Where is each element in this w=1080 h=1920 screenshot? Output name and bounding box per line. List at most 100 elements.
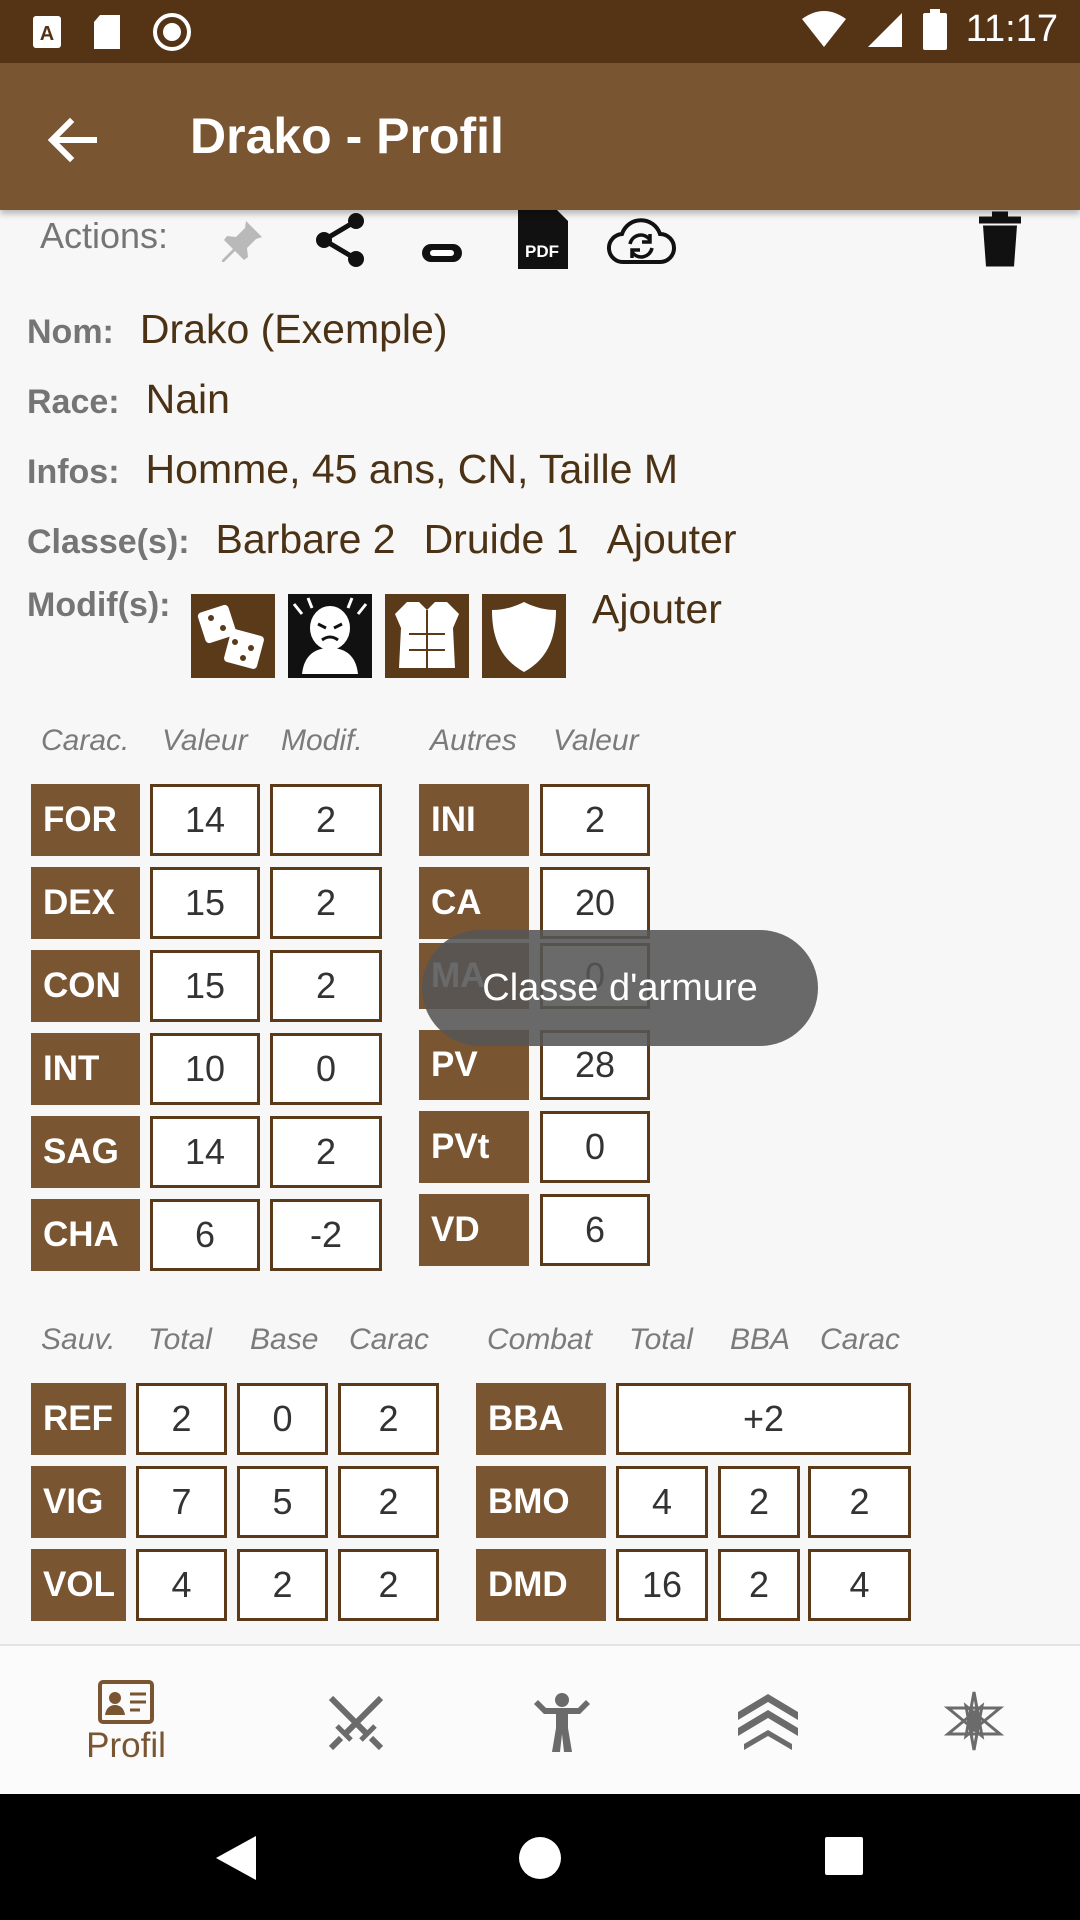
combat-total-bmo: 4	[616, 1466, 708, 1538]
save-base-vig: 5	[237, 1466, 328, 1538]
name-row: Nom: Drako (Exemple)	[27, 306, 447, 353]
stat-value-ca[interactable]: 20	[540, 867, 650, 939]
col-header-total-combat: Total	[629, 1323, 693, 1356]
infos-label: Infos:	[27, 453, 120, 491]
back-triangle-icon[interactable]	[214, 1834, 258, 1882]
ability-value-dex[interactable]: 15	[150, 867, 260, 939]
ability-label-int: INT	[31, 1033, 140, 1105]
class-druide[interactable]: Druide 1	[424, 516, 579, 563]
col-header-autres: Autres	[430, 724, 517, 757]
save-total-ref: 2	[136, 1383, 227, 1455]
rank-chevrons-icon	[738, 1694, 798, 1750]
race-value[interactable]: Nain	[146, 376, 230, 423]
class-barbare[interactable]: Barbare 2	[216, 516, 396, 563]
col-header-modif: Modif.	[281, 724, 363, 757]
save-label-vig: VIG	[31, 1466, 126, 1538]
ability-label-for: FOR	[31, 784, 140, 856]
add-modif-button[interactable]: Ajouter	[592, 586, 722, 633]
delete-icon[interactable]	[979, 208, 1021, 270]
system-nav-bar	[0, 1794, 1080, 1920]
pdf-icon[interactable]: PDF	[516, 207, 568, 269]
strongman-icon	[534, 1693, 590, 1752]
home-circle-icon[interactable]	[518, 1836, 562, 1880]
dice-icon[interactable]	[191, 594, 275, 678]
stat-label-vd: VD	[419, 1194, 529, 1266]
id-card-icon	[98, 1680, 154, 1724]
toggle-icon[interactable]	[420, 223, 464, 285]
col-header-carac: Carac.	[41, 724, 130, 757]
ability-label-con: CON	[31, 950, 140, 1022]
nav-tab-skills[interactable]	[454, 1646, 670, 1796]
combat-bba-dmd: 2	[718, 1549, 800, 1621]
stat-value-vd: 6	[540, 1194, 650, 1266]
col-header-sauv: Sauv.	[41, 1323, 116, 1356]
ability-mod-for: 2	[270, 784, 382, 856]
screen: { "status_bar": { "time": "11:17" }, "ap…	[0, 0, 1080, 1920]
ability-label-sag: SAG	[31, 1116, 140, 1188]
page-title: Drako - Profil	[190, 108, 504, 164]
nav-tab-combat[interactable]	[248, 1646, 464, 1796]
signal-icon	[867, 12, 902, 47]
ability-mod-dex: 2	[270, 867, 382, 939]
actions-row: Actions: PDF	[0, 205, 1080, 270]
stat-label-ca: CA	[419, 867, 529, 939]
save-label-vol: VOL	[31, 1549, 126, 1621]
pin-icon[interactable]	[216, 211, 266, 273]
col-header-base: Base	[250, 1323, 319, 1356]
armor-icon[interactable]	[385, 594, 469, 678]
nav-tab-spells[interactable]	[866, 1646, 1080, 1796]
shield-icon[interactable]	[482, 594, 566, 678]
ability-value-cha[interactable]: 6	[150, 1199, 260, 1271]
name-label: Nom:	[27, 313, 114, 351]
magic-star-icon	[943, 1691, 1005, 1751]
save-base-vol: 2	[237, 1549, 328, 1621]
name-value[interactable]: Drako (Exemple)	[140, 306, 448, 353]
save-total-vol: 4	[136, 1549, 227, 1621]
combat-bba-bmo: 2	[718, 1466, 800, 1538]
bottom-nav: Profil	[0, 1644, 1080, 1794]
col-header-valeur: Valeur	[162, 724, 248, 757]
combat-value-bba[interactable]: +2	[616, 1383, 911, 1455]
save-carac-vig: 2	[338, 1466, 439, 1538]
crossed-swords-icon	[328, 1695, 384, 1751]
stat-label-pvt: PVt	[419, 1111, 529, 1183]
col-header-bba: BBA	[730, 1323, 791, 1356]
cloud-sync-icon[interactable]	[606, 211, 676, 273]
ability-value-con[interactable]: 15	[150, 950, 260, 1022]
rage-face-icon[interactable]	[288, 594, 372, 678]
classes-row: Classe(s): Barbare 2 Druide 1 Ajouter	[27, 516, 736, 563]
sd-card-icon	[94, 15, 120, 49]
back-arrow-icon[interactable]	[40, 108, 104, 172]
recents-square-icon[interactable]	[824, 1836, 864, 1876]
stat-value-ini: 2	[540, 784, 650, 856]
save-total-vig: 7	[136, 1466, 227, 1538]
col-header-total: Total	[148, 1323, 212, 1356]
svg-text:PDF: PDF	[525, 242, 559, 261]
nav-tab-levels[interactable]	[660, 1646, 876, 1796]
combat-label-bmo: BMO	[476, 1466, 606, 1538]
modifs-row: Modif(s):	[27, 586, 197, 625]
col-header-carac-combat: Carac	[820, 1323, 901, 1356]
combat-carac-bmo: 2	[808, 1466, 911, 1538]
combat-carac-dmd: 4	[808, 1549, 911, 1621]
stat-label-ini: INI	[419, 784, 529, 856]
ability-mod-int: 0	[270, 1033, 382, 1105]
nav-tab-profil[interactable]: Profil	[18, 1646, 234, 1796]
col-header-valeur-autres: Valeur	[553, 724, 639, 757]
col-header-carac-sauv: Carac	[349, 1323, 430, 1356]
ability-value-int[interactable]: 10	[150, 1033, 260, 1105]
notification-a-icon: A	[33, 16, 61, 48]
race-label: Race:	[27, 383, 120, 421]
infos-value[interactable]: Homme, 45 ans, CN, Taille M	[146, 446, 678, 493]
actions-label: Actions:	[40, 215, 169, 256]
save-label-ref: REF	[31, 1383, 126, 1455]
save-carac-vol: 2	[338, 1549, 439, 1621]
add-class-button[interactable]: Ajouter	[607, 516, 737, 563]
stat-value-pvt[interactable]: 0	[540, 1111, 650, 1183]
save-carac-ref: 2	[338, 1383, 439, 1455]
ability-value-sag[interactable]: 14	[150, 1116, 260, 1188]
col-header-combat: Combat	[487, 1323, 593, 1356]
ability-mod-cha: -2	[270, 1199, 382, 1271]
ability-value-for[interactable]: 14	[150, 784, 260, 856]
share-icon[interactable]	[312, 209, 370, 271]
